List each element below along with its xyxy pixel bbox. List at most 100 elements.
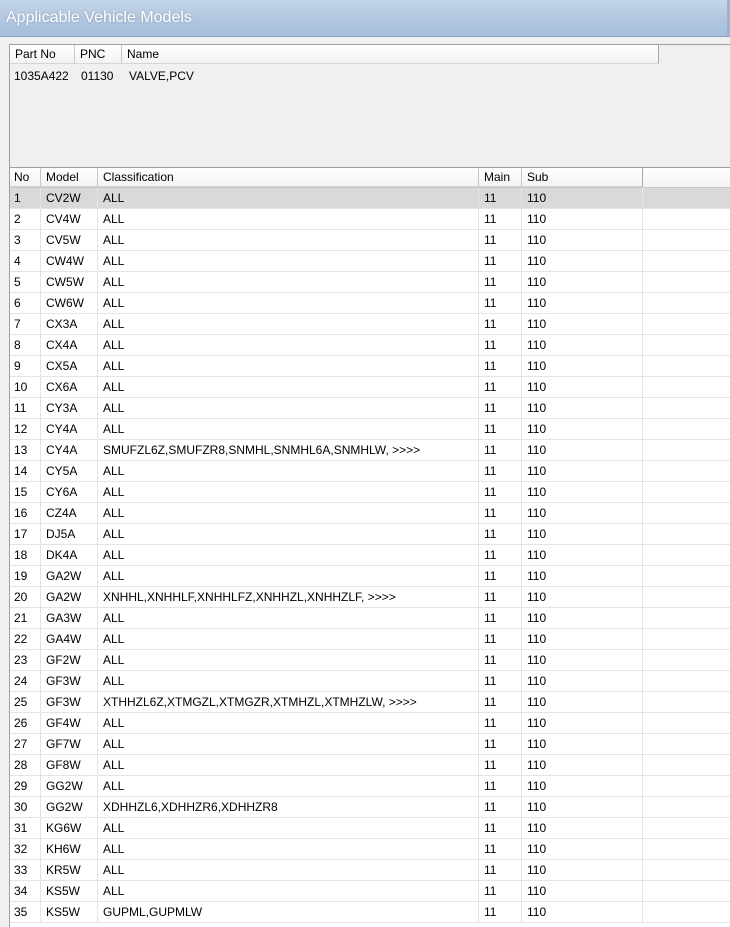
row-classification: ALL bbox=[98, 482, 479, 502]
column-header-name[interactable]: Name bbox=[122, 45, 659, 64]
table-row[interactable]: 27 GF7W ALL 11 110 bbox=[10, 734, 730, 755]
table-row[interactable]: 8 CX4A ALL 11 110 bbox=[10, 335, 730, 356]
row-no: 22 bbox=[10, 629, 41, 649]
row-classification: ALL bbox=[98, 650, 479, 670]
table-row[interactable]: 6 CW6W ALL 11 110 bbox=[10, 293, 730, 314]
row-model: CY3A bbox=[41, 398, 98, 418]
row-classification: ALL bbox=[98, 608, 479, 628]
table-row[interactable]: 23 GF2W ALL 11 110 bbox=[10, 650, 730, 671]
row-sub: 110 bbox=[522, 482, 643, 502]
part-no-value: 1035A422 bbox=[14, 69, 69, 83]
row-no: 13 bbox=[10, 440, 41, 460]
table-row[interactable]: 24 GF3W ALL 11 110 bbox=[10, 671, 730, 692]
row-no: 19 bbox=[10, 566, 41, 586]
table-row[interactable]: 7 CX3A ALL 11 110 bbox=[10, 314, 730, 335]
table-row[interactable]: 33 KR5W ALL 11 110 bbox=[10, 860, 730, 881]
column-header-model[interactable]: Model bbox=[41, 168, 98, 187]
row-model: CW6W bbox=[41, 293, 98, 313]
row-no: 24 bbox=[10, 671, 41, 691]
row-no: 8 bbox=[10, 335, 41, 355]
row-sub: 110 bbox=[522, 314, 643, 334]
row-sub: 110 bbox=[522, 713, 643, 733]
row-no: 26 bbox=[10, 713, 41, 733]
row-model: GA2W bbox=[41, 587, 98, 607]
table-row[interactable]: 29 GG2W ALL 11 110 bbox=[10, 776, 730, 797]
table-row[interactable]: 34 KS5W ALL 11 110 bbox=[10, 881, 730, 902]
row-no: 10 bbox=[10, 377, 41, 397]
row-model: CX3A bbox=[41, 314, 98, 334]
row-classification: ALL bbox=[98, 776, 479, 796]
table-row[interactable]: 2 CV4W ALL 11 110 bbox=[10, 209, 730, 230]
row-no: 5 bbox=[10, 272, 41, 292]
row-model: GA3W bbox=[41, 608, 98, 628]
row-no: 32 bbox=[10, 839, 41, 859]
table-row[interactable]: 14 CY5A ALL 11 110 bbox=[10, 461, 730, 482]
table-row[interactable]: 26 GF4W ALL 11 110 bbox=[10, 713, 730, 734]
window-titlebar[interactable]: Applicable Vehicle Models bbox=[0, 0, 730, 37]
row-classification: ALL bbox=[98, 839, 479, 859]
applicable-models-table: No Model Classification Main Sub 1 CV2W AL… bbox=[9, 167, 730, 927]
column-header-part-no[interactable]: Part No bbox=[10, 45, 75, 64]
row-sub: 110 bbox=[522, 608, 643, 628]
table-row[interactable]: 9 CX5A ALL 11 110 bbox=[10, 356, 730, 377]
table-row[interactable]: 22 GA4W ALL 11 110 bbox=[10, 629, 730, 650]
row-sub: 110 bbox=[522, 545, 643, 565]
row-classification: ALL bbox=[98, 419, 479, 439]
row-main: 11 bbox=[479, 377, 522, 397]
table-row[interactable]: 4 CW4W ALL 11 110 bbox=[10, 251, 730, 272]
row-sub: 110 bbox=[522, 293, 643, 313]
row-main: 11 bbox=[479, 524, 522, 544]
column-header-main[interactable]: Main bbox=[479, 168, 522, 187]
column-header-no[interactable]: No bbox=[10, 168, 41, 187]
row-classification: XNHHL,XNHHLF,XNHHLFZ,XNHHZL,XNHHZLF, >>>… bbox=[98, 587, 479, 607]
row-model: DK4A bbox=[41, 545, 98, 565]
table-row[interactable]: 21 GA3W ALL 11 110 bbox=[10, 608, 730, 629]
row-model: CY4A bbox=[41, 419, 98, 439]
row-model: CX5A bbox=[41, 356, 98, 376]
row-sub: 110 bbox=[522, 650, 643, 670]
table-row[interactable]: 5 CW5W ALL 11 110 bbox=[10, 272, 730, 293]
table-row[interactable]: 10 CX6A ALL 11 110 bbox=[10, 377, 730, 398]
row-no: 20 bbox=[10, 587, 41, 607]
row-no: 25 bbox=[10, 692, 41, 712]
column-header-pnc[interactable]: PNC bbox=[75, 45, 122, 64]
row-main: 11 bbox=[479, 797, 522, 817]
table-row[interactable]: 1 CV2W ALL 11 110 bbox=[10, 188, 730, 209]
table-row[interactable]: 13 CY4A SMUFZL6Z,SMUFZR8,SNMHL,SNMHL6A,SNM… bbox=[10, 440, 730, 461]
row-classification: ALL bbox=[98, 398, 479, 418]
table-row[interactable]: 18 DK4A ALL 11 110 bbox=[10, 545, 730, 566]
row-model: CV2W bbox=[41, 188, 98, 208]
part-row[interactable]: 1035A422 01130 VALVE,PCV bbox=[10, 67, 710, 85]
table-row[interactable]: 12 CY4A ALL 11 110 bbox=[10, 419, 730, 440]
row-classification: ALL bbox=[98, 356, 479, 376]
row-sub: 110 bbox=[522, 524, 643, 544]
column-header-sub[interactable]: Sub bbox=[522, 168, 643, 187]
table-row[interactable]: 19 GA2W ALL 11 110 bbox=[10, 566, 730, 587]
row-classification: ALL bbox=[98, 272, 479, 292]
table-row[interactable]: 30 GG2W XDHHZL6,XDHHZR6,XDHHZR8 11 110 bbox=[10, 797, 730, 818]
row-main: 11 bbox=[479, 650, 522, 670]
table-row[interactable]: 25 GF3W XTHHZL6Z,XTMGZL,XTMGZR,XTMHZL,XTMH… bbox=[10, 692, 730, 713]
row-model: GF2W bbox=[41, 650, 98, 670]
row-no: 2 bbox=[10, 209, 41, 229]
table-row[interactable]: 15 CY6A ALL 11 110 bbox=[10, 482, 730, 503]
column-header-classification[interactable]: Classification bbox=[98, 168, 479, 187]
table-row[interactable]: 32 KH6W ALL 11 110 bbox=[10, 839, 730, 860]
row-model: KG6W bbox=[41, 818, 98, 838]
table-row[interactable]: 31 KG6W ALL 11 110 bbox=[10, 818, 730, 839]
row-no: 27 bbox=[10, 734, 41, 754]
table-row[interactable]: 11 CY3A ALL 11 110 bbox=[10, 398, 730, 419]
row-classification: SMUFZL6Z,SMUFZR8,SNMHL,SNMHL6A,SNMHLW, >… bbox=[98, 440, 479, 460]
table-row[interactable]: 3 CV5W ALL 11 110 bbox=[10, 230, 730, 251]
row-main: 11 bbox=[479, 293, 522, 313]
row-sub: 110 bbox=[522, 566, 643, 586]
row-classification: ALL bbox=[98, 566, 479, 586]
table-row[interactable]: 17 DJ5A ALL 11 110 bbox=[10, 524, 730, 545]
table-row[interactable]: 16 CZ4A ALL 11 110 bbox=[10, 503, 730, 524]
table-row[interactable]: 20 GA2W XNHHL,XNHHLF,XNHHLFZ,XNHHZL,XNHHZL… bbox=[10, 587, 730, 608]
row-sub: 110 bbox=[522, 230, 643, 250]
table-row[interactable]: 35 KS5W GUPML,GUPMLW 11 110 bbox=[10, 902, 730, 923]
row-main: 11 bbox=[479, 440, 522, 460]
table-row[interactable]: 28 GF8W ALL 11 110 bbox=[10, 755, 730, 776]
row-classification: ALL bbox=[98, 293, 479, 313]
